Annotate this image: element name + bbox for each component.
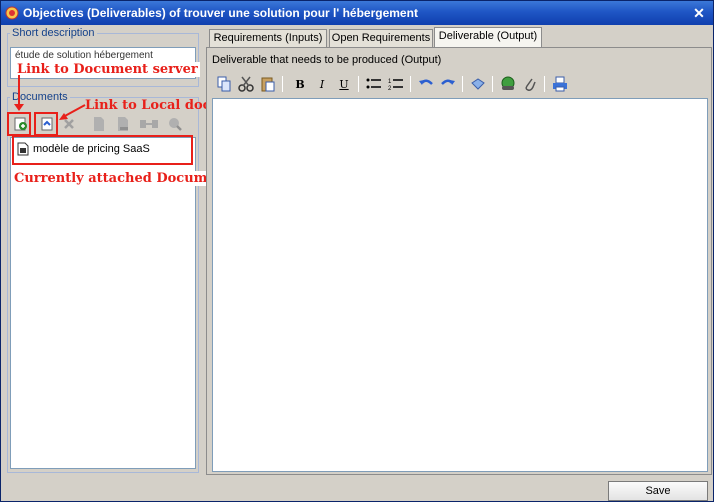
editor-toolbar: B I U 12 (212, 72, 708, 98)
left-panel: Short description étude de solution hébe… (4, 27, 202, 475)
numbered-list-icon[interactable]: 12 (386, 74, 406, 94)
objectives-window: Objectives (Deliverables) of trouver une… (0, 0, 714, 502)
footer-bar: Save (1, 479, 713, 501)
toolbar-separator (544, 76, 545, 92)
undo-icon[interactable] (416, 74, 436, 94)
toolbar-separator (358, 76, 359, 92)
document-open-icon[interactable] (88, 113, 110, 135)
redo-icon[interactable] (438, 74, 458, 94)
title-bar: Objectives (Deliverables) of trouver une… (1, 1, 713, 25)
erase-format-icon[interactable] (468, 74, 488, 94)
documents-list: modèle de pricing SaaS (10, 137, 196, 469)
paste-icon[interactable] (258, 74, 278, 94)
tab-open-requirements[interactable]: Open Requirements (329, 29, 433, 47)
arrow-local-document (59, 104, 86, 120)
toolbar-separator (462, 76, 463, 92)
bold-button[interactable]: B (290, 74, 310, 94)
document-download-icon[interactable] (112, 113, 134, 135)
bullet-list-icon[interactable] (364, 74, 384, 94)
cut-icon[interactable] (236, 74, 256, 94)
deliverable-editor[interactable] (212, 98, 708, 472)
print-icon[interactable] (550, 74, 570, 94)
arrow-document-server (14, 75, 24, 111)
underline-button[interactable]: U (334, 74, 354, 94)
target-icon (5, 6, 19, 20)
window-title: Objectives (Deliverables) of trouver une… (23, 6, 418, 20)
highlight-document-server (7, 112, 31, 136)
annotation-attached-document: Currently attached Document (12, 171, 234, 186)
right-panel: Requirements (Inputs) Open Requirements … (206, 27, 712, 475)
toolbar-separator (410, 76, 411, 92)
italic-button[interactable]: I (312, 74, 332, 94)
hyperlink-icon[interactable] (498, 74, 518, 94)
save-button[interactable]: Save (608, 481, 708, 501)
toolbar-separator (282, 76, 283, 92)
highlight-attached-document (12, 135, 193, 165)
deliverable-panel: Deliverable that needs to be produced (O… (206, 47, 712, 475)
deliverable-label: Deliverable that needs to be produced (O… (212, 54, 442, 66)
toolbar-separator (492, 76, 493, 92)
attachment-icon[interactable] (520, 74, 540, 94)
annotation-document-server: Link to Document server (15, 62, 200, 77)
document-search-icon[interactable] (164, 113, 186, 135)
svg-text:1: 1 (388, 79, 392, 85)
highlight-local-document (34, 112, 58, 136)
short-description-label: Short description (10, 27, 97, 39)
document-link-icon[interactable] (138, 113, 160, 135)
close-icon[interactable]: ✕ (691, 5, 707, 21)
copy-icon[interactable] (214, 74, 234, 94)
tab-requirements-inputs[interactable]: Requirements (Inputs) (209, 29, 327, 47)
tab-deliverable-output[interactable]: Deliverable (Output) (434, 27, 542, 47)
svg-text:2: 2 (388, 86, 392, 91)
